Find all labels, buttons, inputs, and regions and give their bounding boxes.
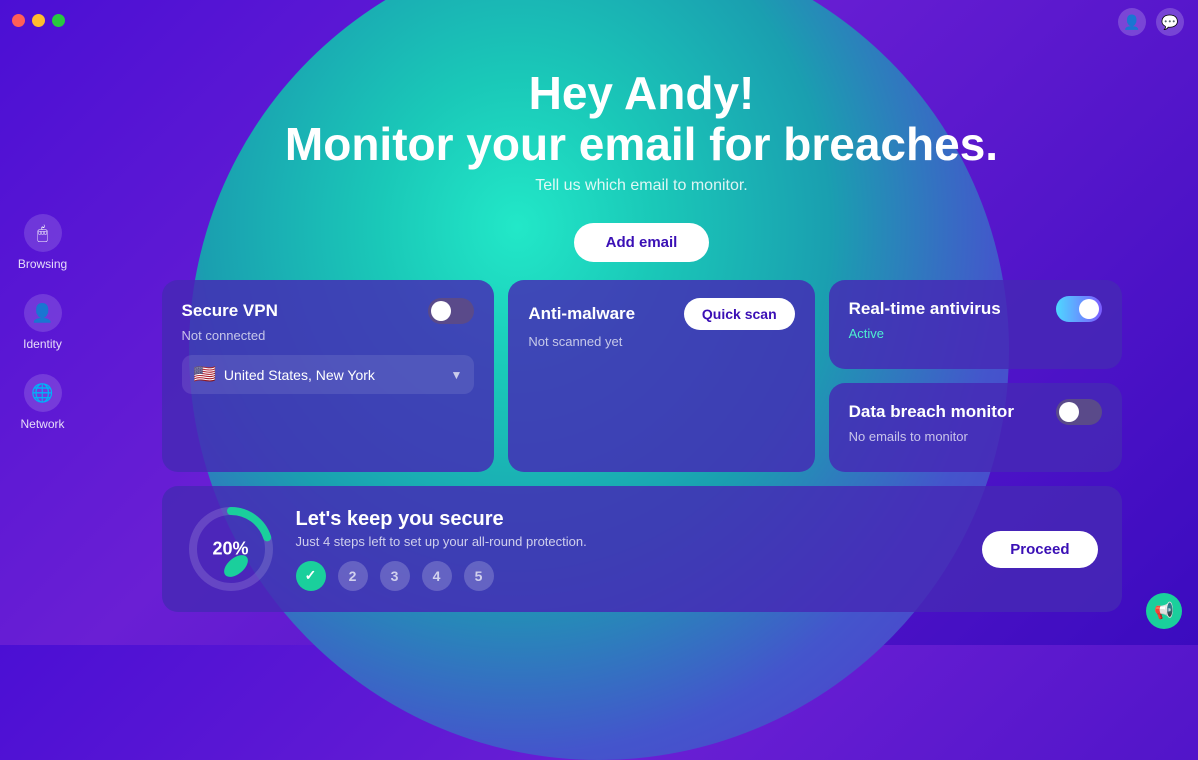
step-1: ✓ bbox=[296, 561, 326, 591]
malware-card-header: Anti-malware Quick scan bbox=[528, 298, 794, 330]
sidebar-item-identity-label: Identity bbox=[23, 337, 62, 351]
antivirus-card: Real-time antivirus Active bbox=[829, 280, 1122, 369]
setup-card-content: Let's keep you secure Just 4 steps left … bbox=[296, 508, 963, 591]
chevron-down-icon: ▼ bbox=[450, 368, 462, 382]
progress-percentage: 20% bbox=[212, 539, 248, 560]
breach-card-title: Data breach monitor bbox=[849, 402, 1014, 422]
hero-subtitle: Tell us which email to monitor. bbox=[285, 177, 998, 195]
quick-scan-button[interactable]: Quick scan bbox=[684, 298, 795, 330]
sidebar-item-browsing-label: Browsing bbox=[18, 257, 67, 271]
main-content: Hey Andy! Monitor your email for breache… bbox=[85, 40, 1198, 645]
identity-icon: 👤 bbox=[24, 294, 62, 332]
malware-card: Anti-malware Quick scan Not scanned yet bbox=[508, 280, 814, 472]
progress-circle: 20% bbox=[186, 504, 276, 594]
hero-title-line2: Monitor your email for breaches. bbox=[285, 119, 998, 170]
vpn-card-header: Secure VPN bbox=[182, 298, 475, 324]
add-email-button[interactable]: Add email bbox=[574, 223, 710, 262]
chat-icon[interactable]: 💬 bbox=[1156, 8, 1184, 36]
breach-toggle-knob bbox=[1059, 402, 1079, 422]
antivirus-toggle-knob bbox=[1079, 299, 1099, 319]
vpn-toggle-knob bbox=[431, 301, 451, 321]
vpn-toggle[interactable] bbox=[428, 298, 474, 324]
maximize-button[interactable] bbox=[52, 14, 65, 27]
step-2: 2 bbox=[338, 561, 368, 591]
setup-card-desc: Just 4 steps left to set up your all-rou… bbox=[296, 534, 963, 549]
cards-row: Secure VPN Not connected 🇺🇸 United State… bbox=[162, 280, 1122, 472]
us-flag-icon: 🇺🇸 bbox=[194, 364, 216, 385]
breach-toggle[interactable] bbox=[1056, 399, 1102, 425]
setup-steps: ✓ 2 3 4 5 bbox=[296, 561, 963, 591]
malware-card-title: Anti-malware bbox=[528, 304, 635, 324]
sidebar-item-network[interactable]: 🌐 Network bbox=[0, 363, 85, 443]
breach-card-status: No emails to monitor bbox=[849, 429, 1102, 444]
sidebar-item-browsing[interactable]: 🖱 Browsing bbox=[0, 203, 85, 283]
user-icon[interactable]: 👤 bbox=[1118, 8, 1146, 36]
step-5: 5 bbox=[464, 561, 494, 591]
sidebar-item-identity[interactable]: 👤 Identity bbox=[0, 283, 85, 363]
antivirus-toggle[interactable] bbox=[1056, 296, 1102, 322]
hero-section: Hey Andy! Monitor your email for breache… bbox=[285, 68, 998, 195]
network-icon: 🌐 bbox=[24, 374, 62, 412]
vpn-card-status: Not connected bbox=[182, 328, 475, 343]
vpn-location-text: United States, New York bbox=[224, 367, 375, 383]
antivirus-card-title: Real-time antivirus bbox=[849, 299, 1001, 319]
hero-title-line1: Hey Andy! bbox=[285, 68, 998, 119]
antivirus-card-header: Real-time antivirus bbox=[849, 296, 1102, 322]
traffic-lights bbox=[12, 14, 65, 27]
titlebar-right: 👤 💬 bbox=[1118, 8, 1184, 36]
step-3: 3 bbox=[380, 561, 410, 591]
vpn-location-selector[interactable]: 🇺🇸 United States, New York ▼ bbox=[182, 355, 475, 394]
titlebar: 👤 💬 bbox=[0, 0, 1198, 40]
minimize-button[interactable] bbox=[32, 14, 45, 27]
close-button[interactable] bbox=[12, 14, 25, 27]
right-cards: Real-time antivirus Active Data breach m… bbox=[829, 280, 1122, 472]
antivirus-card-status: Active bbox=[849, 326, 1102, 341]
sidebar: 🖱 Browsing 👤 Identity 🌐 Network bbox=[0, 0, 85, 645]
proceed-button[interactable]: Proceed bbox=[982, 531, 1097, 568]
breach-card: Data breach monitor No emails to monitor bbox=[829, 383, 1122, 472]
vpn-card: Secure VPN Not connected 🇺🇸 United State… bbox=[162, 280, 495, 472]
vpn-location-left: 🇺🇸 United States, New York bbox=[194, 364, 375, 385]
sidebar-item-network-label: Network bbox=[20, 417, 64, 431]
malware-card-status: Not scanned yet bbox=[528, 334, 794, 349]
notification-icon[interactable]: 📢 bbox=[1146, 593, 1182, 629]
vpn-card-title: Secure VPN bbox=[182, 301, 278, 321]
setup-card-title: Let's keep you secure bbox=[296, 508, 963, 531]
breach-card-header: Data breach monitor bbox=[849, 399, 1102, 425]
setup-card: 20% Let's keep you secure Just 4 steps l… bbox=[162, 486, 1122, 612]
step-4: 4 bbox=[422, 561, 452, 591]
browsing-icon: 🖱 bbox=[24, 214, 62, 252]
